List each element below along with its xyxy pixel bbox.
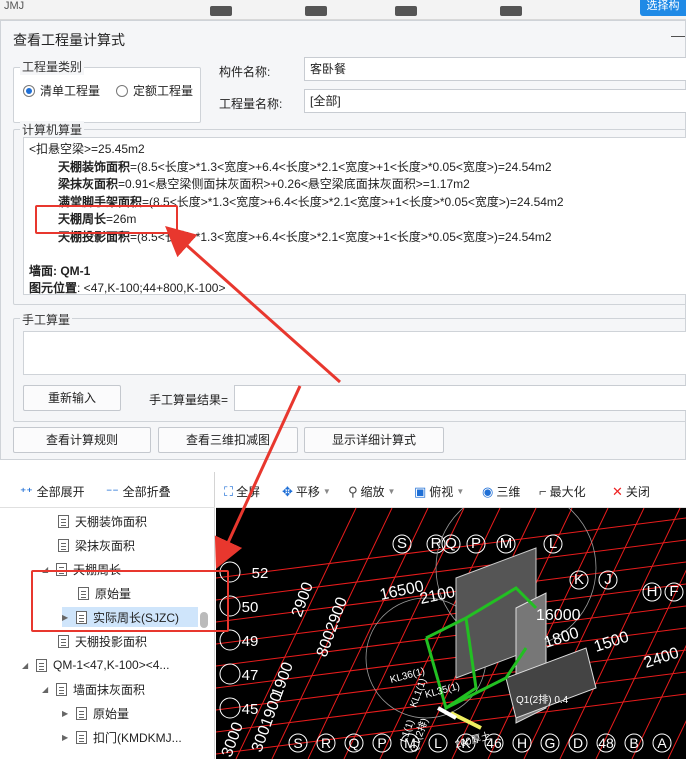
annotation-arrows (165, 226, 341, 569)
arrow-to-perimeter (165, 226, 341, 384)
arrow-to-tree (214, 385, 302, 569)
